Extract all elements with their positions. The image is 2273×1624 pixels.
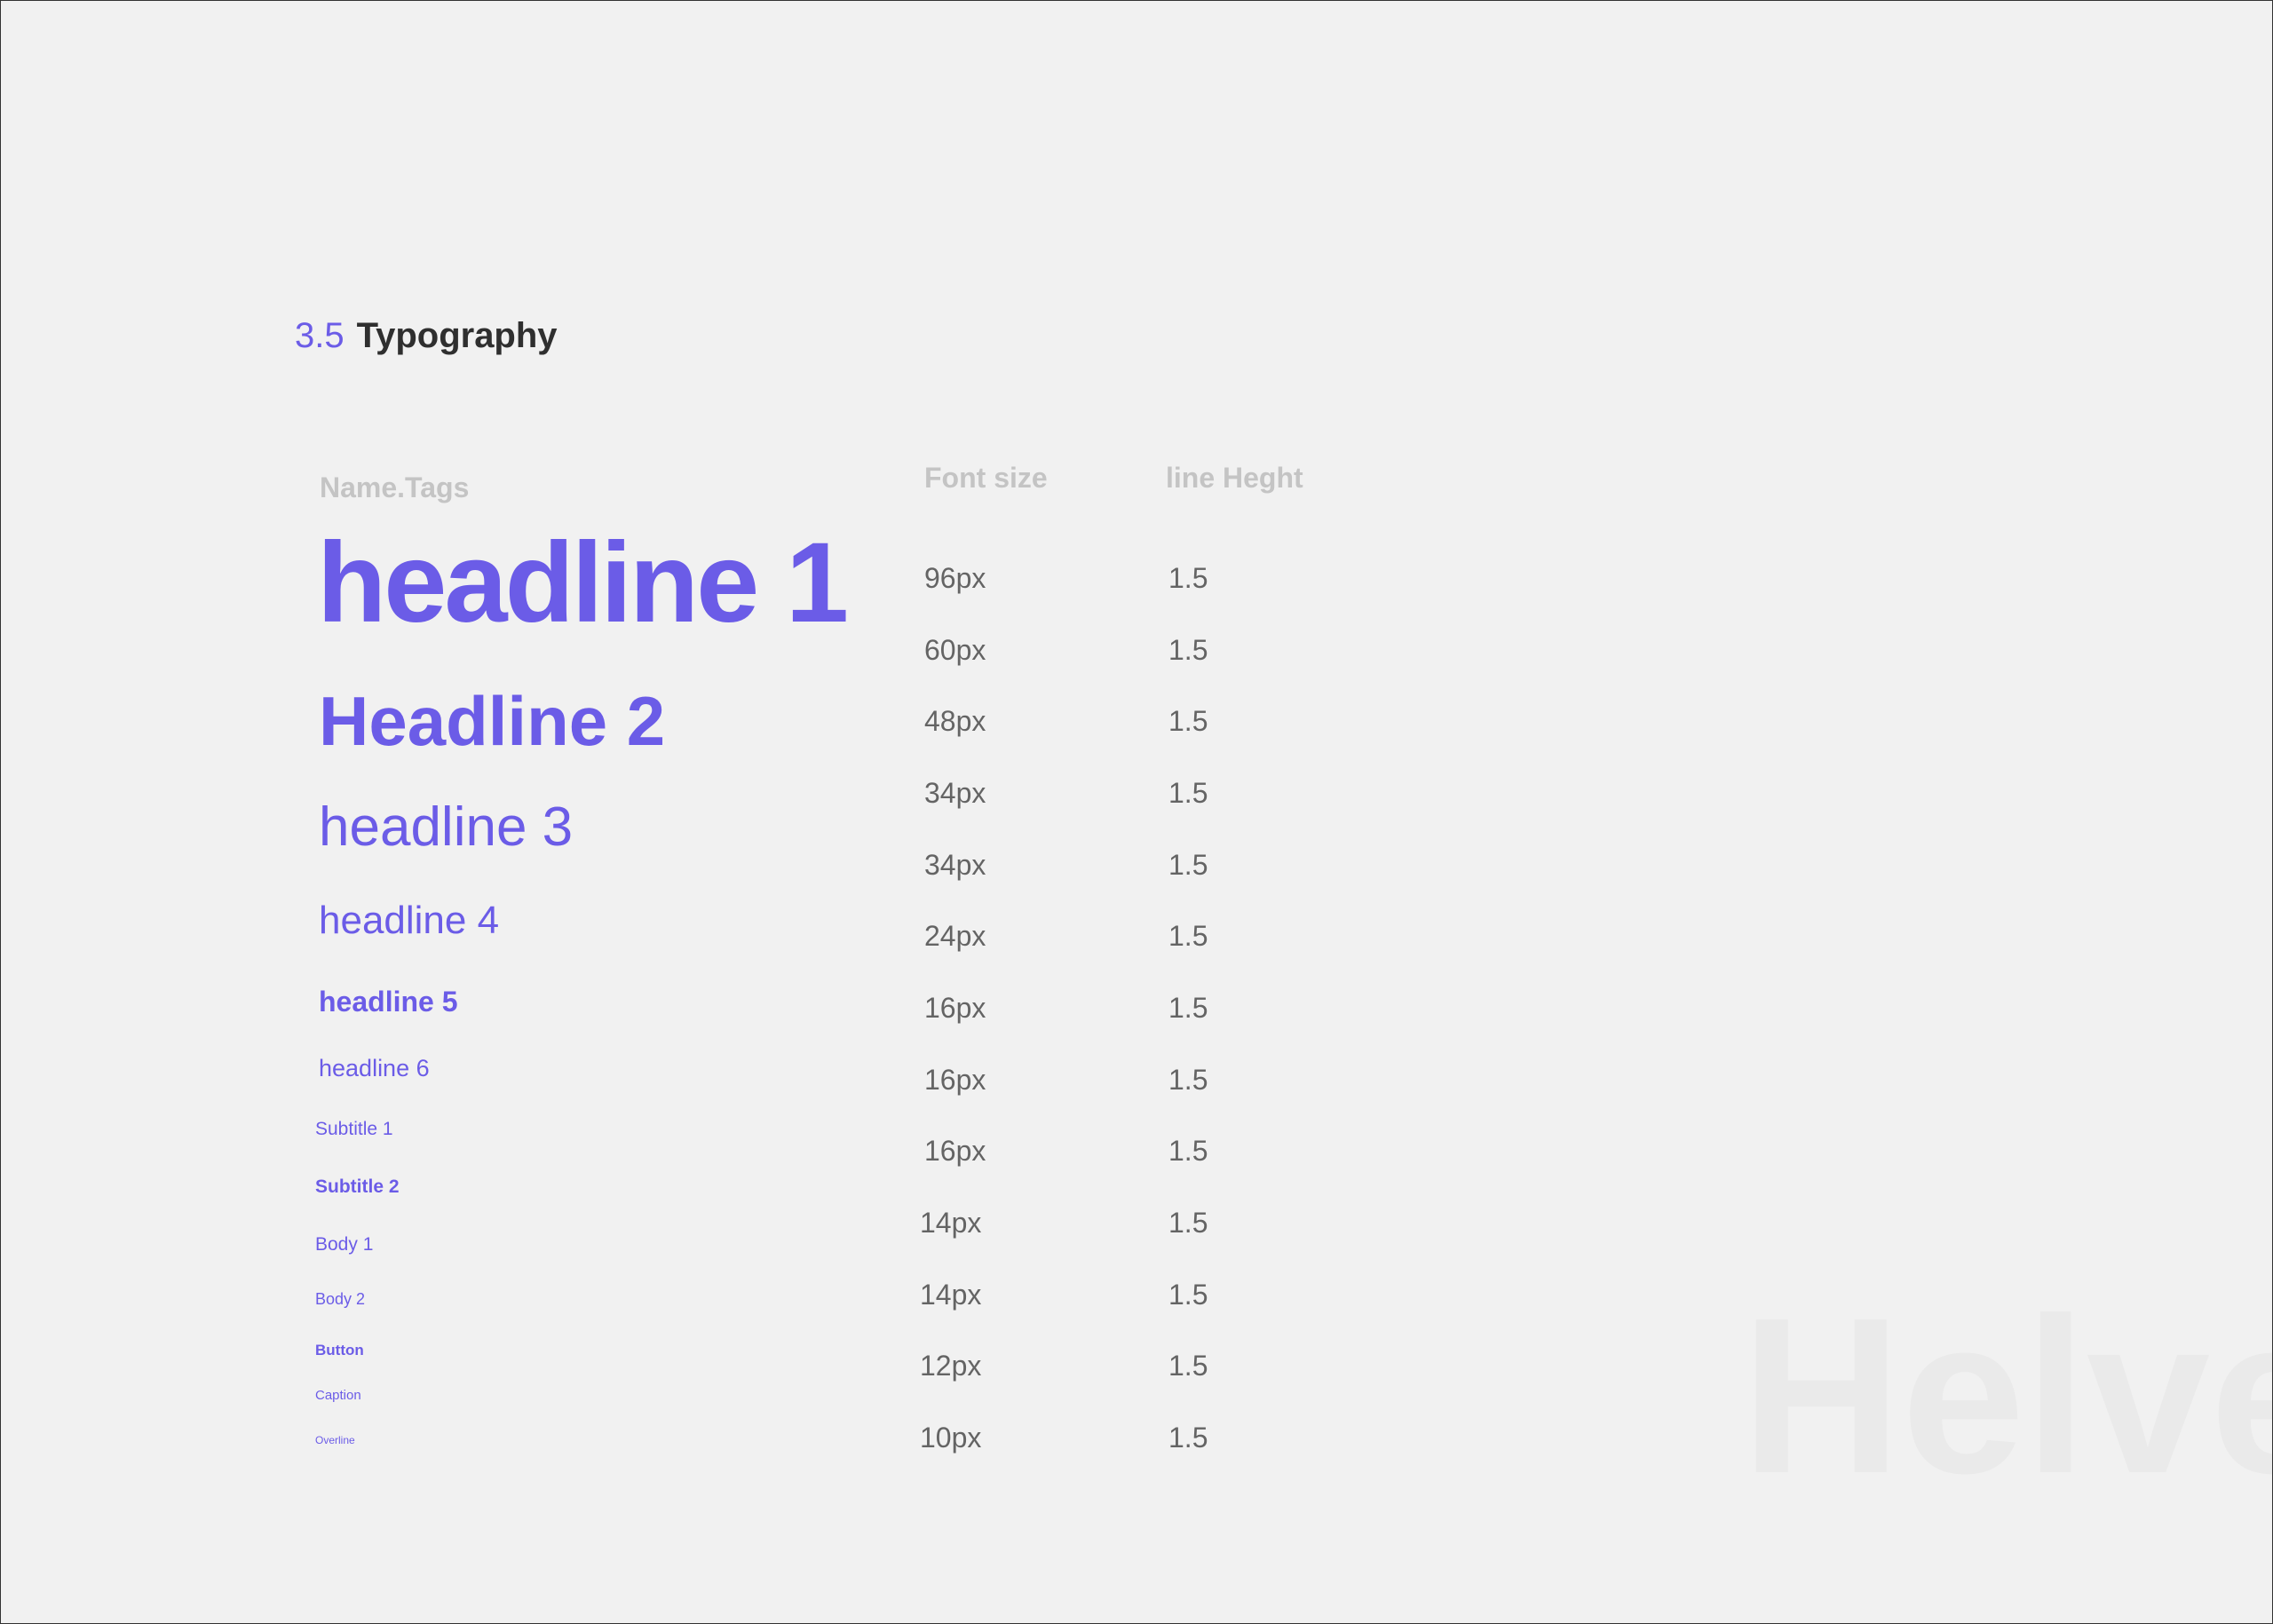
style-sample-headline-2: Headline 2 xyxy=(319,682,666,760)
line-height-value: 1.5 xyxy=(1168,562,1208,594)
style-sample-subtitle-1: Subtitle 1 xyxy=(315,1119,393,1139)
font-size-value: 34px xyxy=(924,777,986,809)
section-number: 3.5 xyxy=(295,316,345,355)
style-sample-headline-6: headline 6 xyxy=(319,1055,430,1081)
font-size-value: 10px xyxy=(920,1422,982,1454)
style-sample-headline-1: headline 1 xyxy=(317,519,849,646)
column-header-line-height: line Heght xyxy=(1166,462,1303,494)
line-height-value: 1.5 xyxy=(1168,634,1208,666)
line-height-value: 1.5 xyxy=(1168,705,1208,737)
style-sample-subtitle-2: Subtitle 2 xyxy=(315,1176,400,1197)
style-sample-body-2: Body 2 xyxy=(315,1290,366,1308)
line-height-value: 1.5 xyxy=(1168,777,1208,809)
font-size-value: 14px xyxy=(920,1279,982,1311)
font-size-value: 16px xyxy=(924,992,986,1024)
line-height-value: 1.5 xyxy=(1168,1064,1208,1096)
font-size-value: 12px xyxy=(920,1350,982,1382)
line-height-value: 1.5 xyxy=(1168,1207,1208,1239)
line-height-value: 1.5 xyxy=(1168,1422,1208,1454)
section-name: Typography xyxy=(356,316,558,355)
page-title: 3.5 Typography xyxy=(295,312,558,360)
font-size-value: 34px xyxy=(924,849,986,881)
style-sample-button: Button xyxy=(315,1342,364,1359)
style-sample-body-1: Body 1 xyxy=(315,1234,374,1255)
style-sample-headline-5: headline 5 xyxy=(319,986,458,1018)
style-sample-caption: Caption xyxy=(315,1388,361,1403)
line-height-value: 1.5 xyxy=(1168,1279,1208,1311)
style-sample-overline: Overline xyxy=(315,1434,355,1446)
font-size-value: 14px xyxy=(920,1207,982,1239)
watermark-text: Helve xyxy=(1741,1271,2272,1519)
style-sample-headline-3: headline 3 xyxy=(319,796,574,858)
line-height-value: 1.5 xyxy=(1168,920,1208,952)
line-height-value: 1.5 xyxy=(1168,992,1208,1024)
font-size-value: 16px xyxy=(924,1064,986,1096)
font-size-value: 96px xyxy=(924,562,986,594)
font-size-value: 24px xyxy=(924,920,986,952)
line-height-value: 1.5 xyxy=(1168,1350,1208,1382)
style-sample-headline-4: headline 4 xyxy=(319,899,500,942)
line-height-value: 1.5 xyxy=(1168,1135,1208,1167)
font-size-value: 60px xyxy=(924,634,986,666)
typography-page: Helve 3.5Typography Name.Tags Font size … xyxy=(0,0,2273,1624)
font-size-value: 48px xyxy=(924,705,986,737)
column-header-font-size: Font size xyxy=(924,462,1048,494)
column-header-name: Name.Tags xyxy=(320,471,470,503)
line-height-value: 1.5 xyxy=(1168,849,1208,881)
font-size-value: 16px xyxy=(924,1135,986,1167)
